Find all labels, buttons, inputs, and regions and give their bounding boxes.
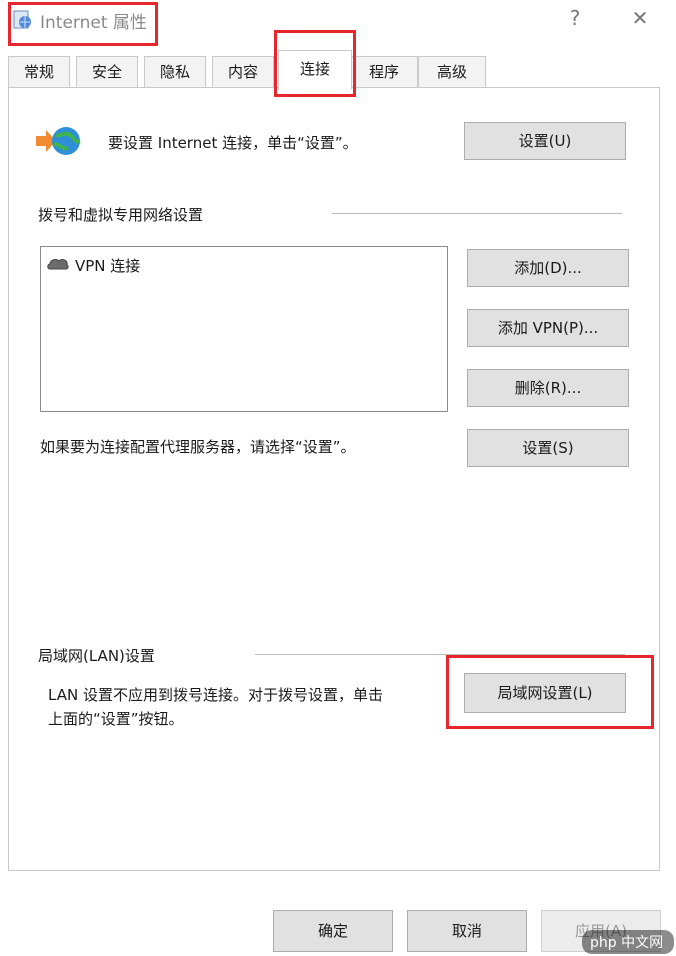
tab-highlight (274, 30, 356, 97)
add-vpn-button[interactable]: 添加 VPN(P)... (467, 309, 629, 347)
lan-text-line1: LAN 设置不应用到拨号连接。对于拨号设置，单击 (48, 686, 383, 704)
tab-security[interactable]: 安全 (76, 56, 138, 87)
network-connection-icon (47, 259, 69, 270)
tab-advanced[interactable]: 高级 (418, 56, 486, 87)
list-item-label: VPN 连接 (75, 257, 141, 275)
dialup-heading: 拨号和虚拟专用网络设置 (38, 206, 204, 224)
tab-general[interactable]: 常规 (8, 56, 70, 87)
lan-button-highlight (446, 655, 654, 729)
tab-content[interactable]: 内容 (212, 56, 274, 87)
ok-button[interactable]: 确定 (273, 910, 393, 952)
tab-privacy[interactable]: 隐私 (144, 56, 206, 87)
setup-button[interactable]: 设置(U) (464, 122, 626, 160)
delete-button[interactable]: 删除(R)... (467, 369, 629, 407)
globe-icon (36, 127, 81, 155)
tab-programs[interactable]: 程序 (350, 56, 418, 87)
list-item[interactable]: VPN 连接 (45, 253, 157, 277)
dialup-divider (332, 213, 622, 214)
add-button[interactable]: 添加(D)... (467, 249, 629, 287)
connection-list[interactable]: VPN 连接 (40, 246, 448, 412)
lan-text-line2: 上面的“设置”按钮。 (48, 710, 184, 728)
lan-heading: 局域网(LAN)设置 (38, 647, 155, 665)
help-button[interactable]: ? (563, 6, 587, 30)
close-button[interactable]: ✕ (628, 6, 652, 30)
title-highlight (8, 2, 158, 46)
proxy-text: 如果要为连接配置代理服务器，请选择“设置”。 (40, 438, 356, 456)
cancel-button[interactable]: 取消 (407, 910, 527, 952)
proxy-settings-button[interactable]: 设置(S) (467, 429, 629, 467)
setup-text: 要设置 Internet 连接，单击“设置”。 (108, 134, 358, 152)
watermark: php 中文网 (590, 935, 664, 951)
